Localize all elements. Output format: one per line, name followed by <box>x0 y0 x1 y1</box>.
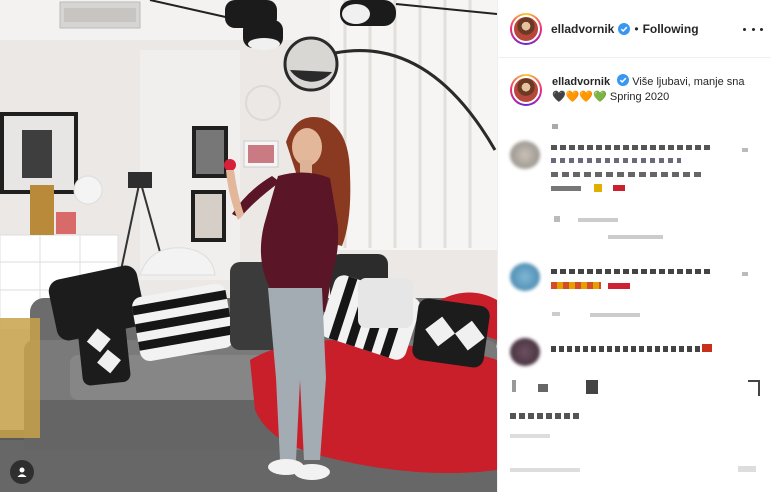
obscured-emoji <box>608 283 630 289</box>
obscured-text <box>551 186 581 191</box>
username-link[interactable]: elladvornik <box>551 22 614 36</box>
obscured-text <box>586 380 598 394</box>
obscured-text <box>554 216 560 222</box>
avatar[interactable] <box>510 12 542 45</box>
obscured-text <box>538 384 548 392</box>
like-comment-icon[interactable] <box>742 272 748 276</box>
caption-username[interactable]: elladvornik <box>552 76 610 88</box>
following-button[interactable]: Following <box>643 22 699 36</box>
separator-dot: • <box>634 21 639 36</box>
obscured-text <box>578 218 618 222</box>
more-options-icon[interactable] <box>743 20 763 38</box>
obscured-text <box>510 413 580 419</box>
post-header: elladvornik • Following <box>498 0 770 58</box>
verified-badge-icon <box>617 74 630 86</box>
obscured-text <box>551 269 711 274</box>
comment-avatar[interactable] <box>510 141 540 169</box>
comment-avatar[interactable] <box>510 338 540 366</box>
obscured-emoji <box>702 344 712 352</box>
obscured-text <box>738 466 756 472</box>
verified-badge-icon <box>618 22 631 35</box>
obscured-text <box>510 434 550 438</box>
obscured-icon <box>748 380 760 396</box>
obscured-emoji <box>613 185 625 191</box>
obscured-text <box>512 380 516 392</box>
caption-text-block: elladvornik Više ljubavi, manje sna 🖤🧡🧡💚… <box>552 74 762 106</box>
user-tag-icon[interactable] <box>10 460 34 484</box>
obscured-emoji <box>594 184 602 192</box>
obscured-text <box>552 124 558 129</box>
caption-avatar[interactable] <box>510 74 542 106</box>
obscured-text <box>608 235 663 239</box>
photo-scene <box>0 0 497 492</box>
obscured-text <box>552 312 560 316</box>
caption-hearts: 🖤🧡🧡💚 <box>552 91 607 103</box>
post-photo[interactable] <box>0 0 497 492</box>
like-comment-icon[interactable] <box>742 148 748 152</box>
obscured-text <box>551 158 681 163</box>
obscured-text <box>551 172 701 177</box>
caption-body: Više ljubavi, manje sna <box>632 76 745 88</box>
obscured-text <box>510 468 580 472</box>
obscured-text <box>551 346 701 352</box>
obscured-emoji <box>551 282 601 289</box>
post-caption: elladvornik Više ljubavi, manje sna 🖤🧡🧡💚… <box>510 74 765 106</box>
obscured-text <box>590 313 640 317</box>
comment-avatar[interactable] <box>510 263 540 291</box>
obscured-text <box>551 145 711 150</box>
post-sidebar: elladvornik • Following elladvornik Više… <box>497 0 770 492</box>
caption-season: Spring 2020 <box>609 91 670 103</box>
